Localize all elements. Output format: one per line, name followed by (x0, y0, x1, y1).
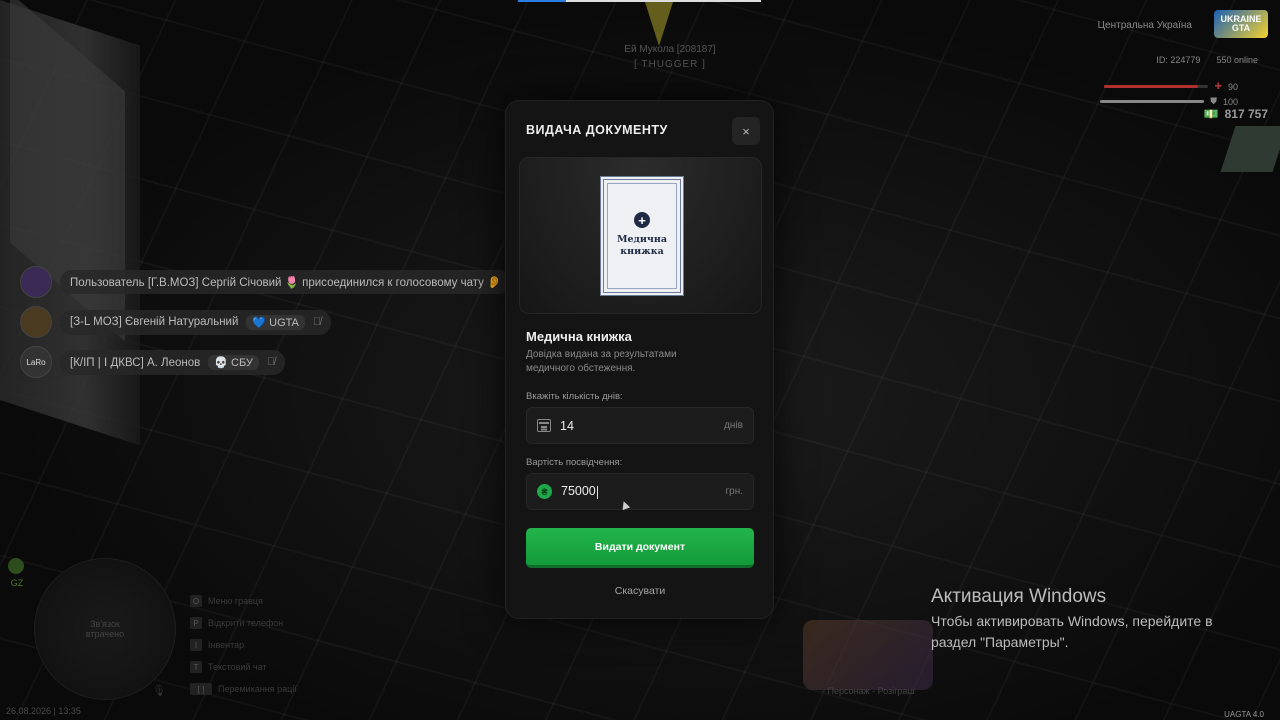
issue-document-button[interactable]: Видати документ (526, 528, 754, 568)
marker-cone-icon (645, 2, 673, 46)
chat-bubble: [К/ІП | Ⅰ ДКВС] А. Леонов 💀 СБУ 🎙̸ (60, 349, 286, 375)
days-field[interactable]: 14 днів (526, 407, 754, 444)
game-version: UAGTA 4.0 (1224, 710, 1264, 719)
player-nametag: Ей Мукола [208187] [ THUGGER ] (600, 44, 740, 70)
chat-bubble: Пользователь [Г.В.МОЗ] Сергій Січовий 🌷 … (60, 270, 512, 294)
minimap: Зв'язок втрачено (34, 558, 176, 700)
keybind-label: Перемикання рації (218, 684, 297, 694)
price-input[interactable]: 75000 (561, 484, 596, 498)
player-name: Ей Мукола [208187] (624, 44, 716, 55)
modal-title: ВИДАЧА ДОКУМЕНТУ (526, 123, 668, 137)
days-input[interactable]: 14 (560, 419, 715, 433)
promo-banner[interactable] (803, 620, 933, 690)
health-bar-fill (1104, 85, 1199, 88)
armor-bar (1100, 100, 1205, 103)
close-button[interactable]: × (732, 117, 760, 145)
calendar-icon (537, 419, 551, 432)
money-icon: 💵 (1203, 107, 1219, 121)
issue-document-modal: ВИДАЧА ДОКУМЕНТУ × + Медична книжка Меди… (505, 100, 774, 619)
shield-icon: ⛊ (1210, 96, 1217, 106)
keybinds-list: O Меню гравця P Відкрити телефон I Інвентар… (190, 590, 297, 700)
keybind-item: [ ] Перемикання рації (190, 678, 297, 700)
armor-row: ⛊ 100 (1100, 96, 1238, 107)
keybind-label: Відкрити телефон (208, 618, 284, 628)
price-unit: грн. (725, 486, 743, 497)
gz-indicator: GZ (8, 558, 26, 588)
keybind-item: I Інвентар (190, 634, 297, 656)
document-preview-title: Медична книжка (616, 234, 667, 257)
cancel-button[interactable]: Скасувати (526, 585, 754, 597)
armor-bar-fill (1100, 100, 1205, 103)
avatar: LaRo (20, 346, 52, 378)
progress-bar-fill (518, 0, 566, 2)
avatar (20, 306, 52, 338)
voice-chat-list: Пользователь [Г.В.МОЗ] Сергій Січовий 🌷 … (20, 262, 512, 382)
key-cap: I (190, 639, 202, 651)
chat-item: Пользователь [Г.В.МОЗ] Сергій Січовий 🌷 … (20, 262, 512, 302)
text-caret (596, 485, 598, 499)
document-image: + Медична книжка (600, 176, 684, 296)
server-logo: UKRAINE GTA (1214, 10, 1268, 38)
chat-item: LaRo [К/ІП | Ⅰ ДКВС] А. Леонов 💀 СБУ 🎙̸ (20, 342, 511, 382)
keybind-label: Текстовий чат (208, 662, 267, 672)
promo-text: - Персонаж - Розіграш (822, 686, 915, 696)
document-name: Медична книжка (526, 329, 632, 344)
key-cap: T (190, 661, 202, 673)
key-cap: [ ] (190, 683, 212, 695)
chat-bubble: [З-L МОЗ] Євгеній Натуральний 💙 UGTA 🎙̸ (60, 309, 332, 335)
chat-text: [К/ІП | Ⅰ ДКВС] А. Леонов (70, 357, 201, 369)
gz-label: GZ (10, 578, 24, 588)
hryvnia-coin-icon: ₴ (537, 484, 552, 499)
money-display: 💵 817 757 (1204, 107, 1268, 121)
id-line: ID: 224779 550 online (1156, 55, 1258, 65)
chat-text: Пользователь [Г.В.МОЗ] Сергій Січовий 🌷 … (70, 277, 502, 289)
activation-line-1: Чтобы активировать Windows, перейдите в (931, 613, 1213, 629)
health-value: 90 (1227, 81, 1238, 92)
keybind-item: O Меню гравця (190, 590, 297, 612)
gz-icon (8, 558, 24, 574)
price-input-wrap[interactable]: 75000 (561, 484, 716, 499)
health-row: ✚ 90 (1104, 81, 1238, 92)
armor-value: 100 (1222, 96, 1238, 107)
key-cap: P (190, 617, 202, 629)
windows-activation-watermark: Активация Windows Чтобы активировать Win… (931, 586, 1213, 653)
hud-panel: Центральна Україна UKRAINE GTA ID: 22477… (1050, 0, 1280, 130)
money-value: 817 757 (1224, 107, 1268, 121)
activation-line-2: раздел "Параметры". (931, 634, 1069, 650)
keybind-label: Меню гравця (208, 596, 263, 606)
key-cap: O (190, 595, 202, 607)
document-preview: + Медична книжка (519, 157, 762, 314)
keybind-item: P Відкрити телефон (190, 612, 297, 634)
chat-text: [З-L МОЗ] Євгеній Натуральний (70, 316, 239, 328)
plus-icon: + (634, 212, 650, 228)
region-label: Центральна Україна (1097, 20, 1192, 31)
days-label: Вкажіть кількість днів: (526, 391, 623, 402)
activation-title: Активация Windows (931, 586, 1107, 607)
chat-chip: 💙 UGTA (246, 314, 305, 330)
avatar (20, 266, 52, 298)
price-field[interactable]: ₴ 75000 грн. (526, 473, 754, 510)
microphone-icon: 🎙 (152, 685, 166, 697)
player-id: ID: 224779 (1156, 55, 1201, 65)
date-time: 26.08.2026 | 13:35 (6, 706, 81, 716)
price-label: Вартість посвідчення: (526, 457, 623, 468)
mic-muted-icon[interactable]: 🎙̸ (313, 316, 321, 328)
days-unit: днів (724, 420, 743, 431)
online-count: 550 online (1216, 55, 1258, 65)
no-signal-text: Зв'язок втрачено (85, 619, 125, 639)
player-rank: [ THUGGER ] (634, 59, 706, 70)
chat-chip: 💀 СБУ (208, 354, 259, 370)
mic-muted-icon[interactable]: 🎙̸ (267, 356, 275, 368)
chat-item: [З-L МОЗ] Євгеній Натуральний 💙 UGTA 🎙̸ (20, 302, 511, 342)
keybind-item: T Текстовий чат (190, 656, 297, 678)
health-icon: ✚ (1214, 81, 1222, 91)
health-bar (1104, 85, 1209, 88)
document-description: Довідка видана за результатами медичного… (526, 349, 677, 374)
keybind-label: Інвентар (208, 640, 245, 650)
